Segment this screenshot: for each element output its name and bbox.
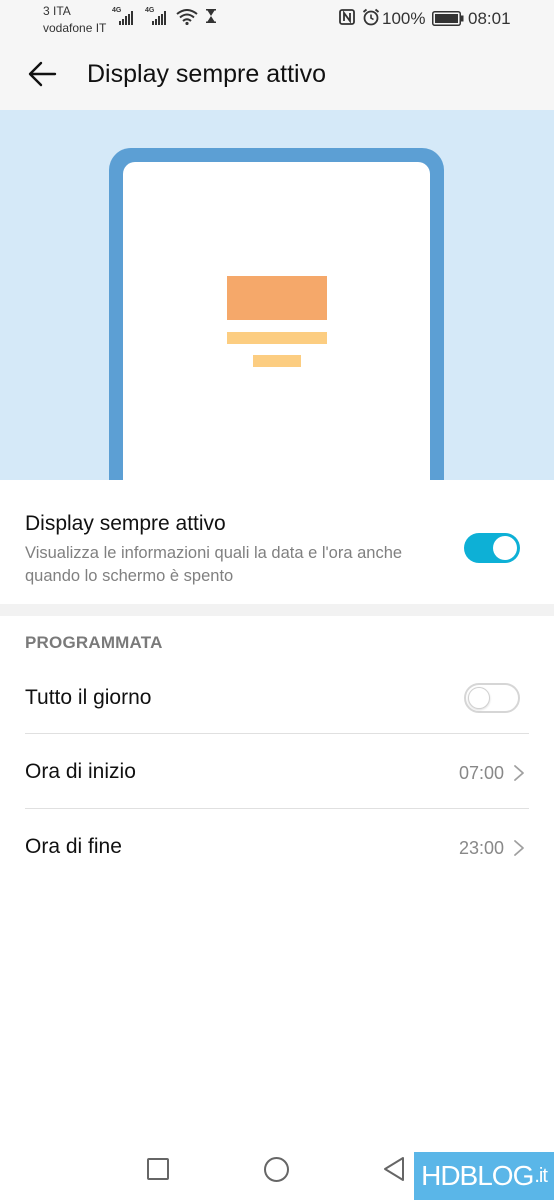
phone-screen-illustration [123, 162, 430, 480]
end-time-value: 23:00 [458, 838, 504, 858]
aod-date-line [227, 332, 327, 344]
aod-clock-block [227, 276, 327, 320]
start-time-value: 07:00 [458, 763, 504, 783]
home-icon[interactable] [264, 1157, 289, 1182]
back-icon[interactable] [382, 1156, 406, 1182]
battery-icon [432, 11, 464, 26]
chevron-right-icon [514, 840, 524, 856]
all-day-row[interactable]: Tutto il giorno [0, 661, 554, 735]
watermark-logo: HDBLOG .it [414, 1152, 554, 1200]
carrier-1: 3 ITA [43, 4, 71, 18]
all-day-toggle[interactable] [464, 683, 520, 713]
illustration [0, 110, 554, 480]
battery-percent: 100% [382, 9, 426, 28]
back-arrow-icon [28, 61, 57, 87]
nfc-icon [339, 9, 355, 25]
hourglass-icon [206, 9, 216, 23]
schedule-section-header: PROGRAMMATA [25, 633, 163, 652]
always-on-description: Visualizza le informazioni quali la data… [25, 544, 403, 585]
aod-info-line [253, 355, 301, 367]
always-on-setting-row[interactable]: Display sempre attivo Visualizza le info… [0, 480, 554, 604]
back-button[interactable] [22, 54, 62, 94]
wifi-icon [176, 9, 198, 25]
toggle-knob [493, 536, 517, 560]
all-day-label: Tutto il giorno [25, 686, 152, 709]
watermark-text: HDBLOG [421, 1160, 534, 1191]
watermark-suffix: .it [534, 1164, 548, 1187]
status-bar: 3 ITA vodafone IT 4G 4G 100% 08:01 [0, 0, 554, 40]
section-divider [0, 604, 554, 616]
start-time-row[interactable]: Ora di inizio 07:00 [0, 735, 554, 809]
screen: 3 ITA vodafone IT 4G 4G 100% 08:01 Displ… [0, 0, 554, 1200]
carrier-2: vodafone IT [43, 21, 107, 35]
divider [25, 808, 529, 809]
toggle-knob [468, 687, 490, 709]
page-title: Display sempre attivo [87, 60, 326, 88]
end-time-row[interactable]: Ora di fine 23:00 [0, 810, 554, 884]
status-time: 08:01 [468, 9, 511, 28]
always-on-toggle[interactable] [464, 533, 520, 563]
phone-illustration [109, 148, 444, 480]
recent-apps-icon[interactable] [147, 1158, 169, 1180]
divider [25, 733, 529, 734]
end-time-label: Ora di fine [25, 835, 122, 858]
start-time-label: Ora di inizio [25, 760, 136, 783]
app-header: Display sempre attivo [0, 40, 554, 110]
always-on-title: Display sempre attivo [25, 512, 226, 535]
chevron-right-icon [514, 765, 524, 781]
alarm-icon [362, 8, 380, 26]
